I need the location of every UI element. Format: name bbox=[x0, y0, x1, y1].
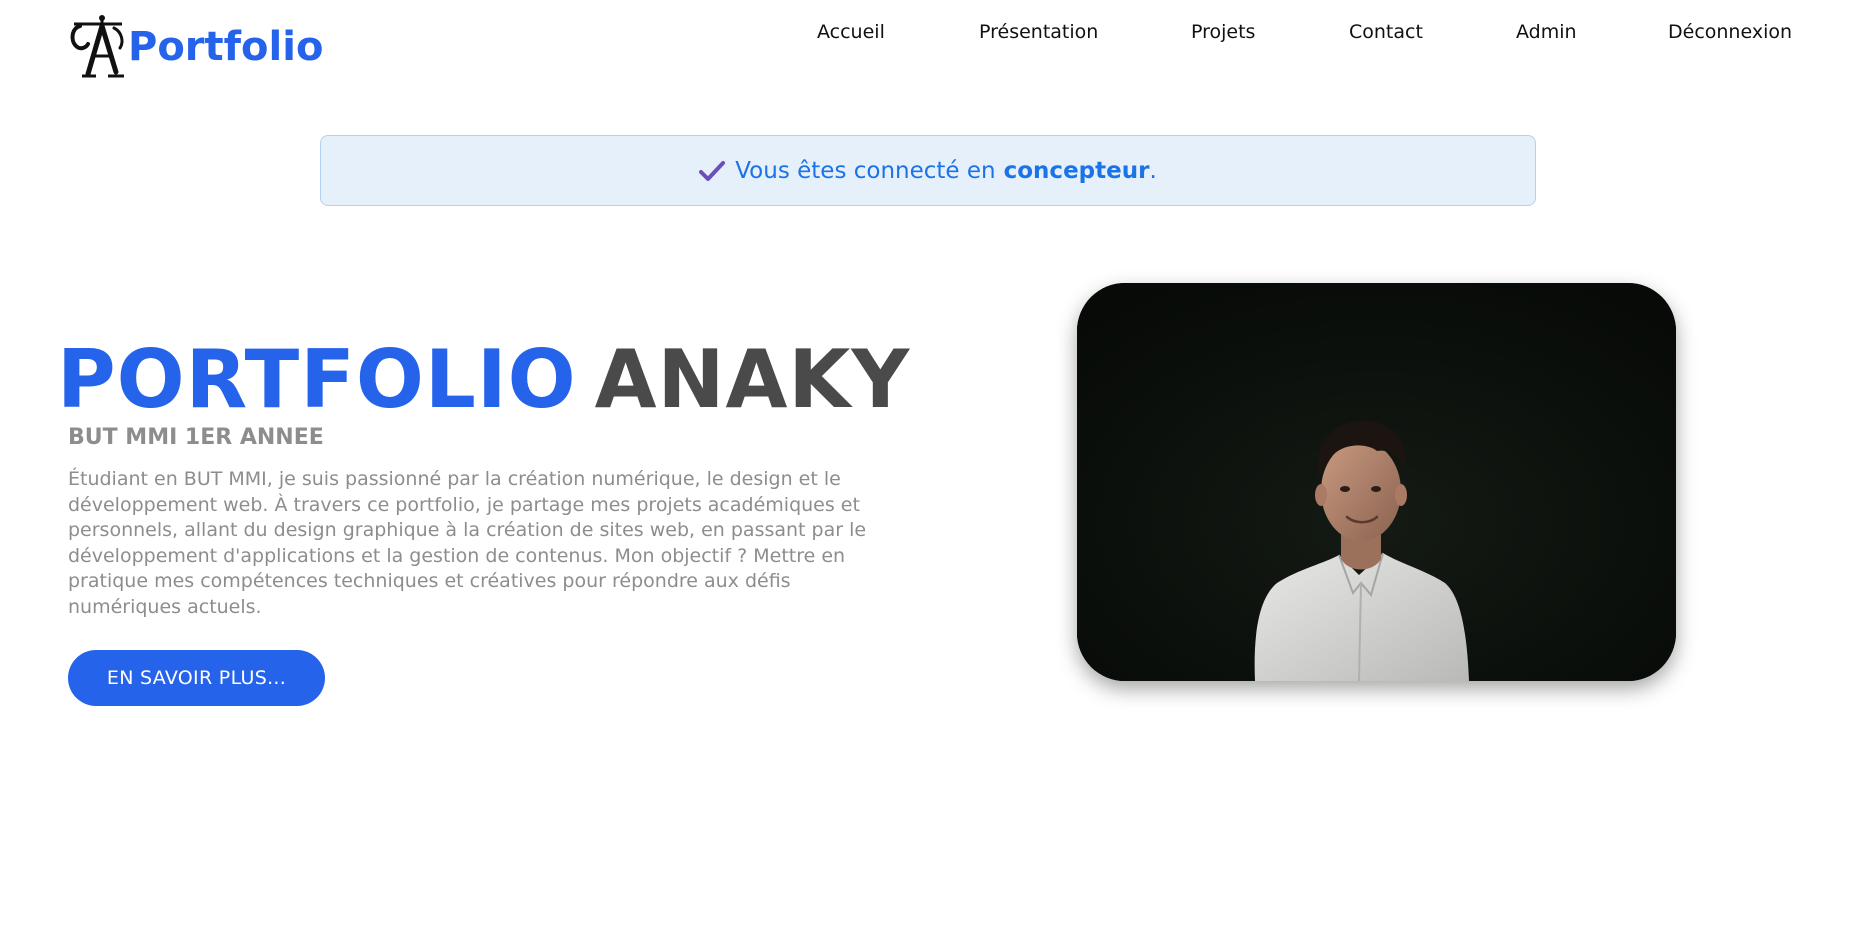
alert-suffix: . bbox=[1149, 157, 1157, 184]
nav-link-projets[interactable]: Projets bbox=[1191, 16, 1255, 48]
hero-description: Étudiant en BUT MMI, je suis passionné p… bbox=[68, 468, 867, 618]
hero-portrait-photo bbox=[1077, 283, 1676, 681]
login-status-alert: Vous êtes connecté en concepteur. bbox=[320, 135, 1536, 206]
en-savoir-plus-button[interactable]: EN SAVOIR PLUS... bbox=[68, 650, 325, 706]
nav-link-accueil[interactable]: Accueil bbox=[817, 16, 885, 48]
main-nav: Accueil Présentation Projets Contact Adm… bbox=[0, 16, 1849, 48]
hero-title-portfolio: PORTFOLIO bbox=[57, 333, 577, 426]
alert-role: concepteur bbox=[1003, 157, 1150, 184]
site-header: Portfolio Accueil Présentation Projets C… bbox=[0, 0, 1849, 90]
nav-link-admin[interactable]: Admin bbox=[1516, 16, 1577, 48]
check-icon bbox=[699, 160, 726, 181]
nav-link-deconnexion[interactable]: Déconnexion bbox=[1668, 16, 1792, 48]
hero-subtitle: BUT MMI 1ER ANNEE bbox=[68, 425, 324, 450]
hero-title: PORTFOLIO ANAKY bbox=[57, 332, 910, 428]
nav-link-contact[interactable]: Contact bbox=[1349, 16, 1423, 48]
nav-link-presentation[interactable]: Présentation bbox=[979, 16, 1098, 48]
portrait-illustration bbox=[1077, 283, 1676, 681]
alert-message: Vous êtes connecté en bbox=[735, 157, 996, 184]
hero-title-name: ANAKY bbox=[594, 333, 911, 426]
